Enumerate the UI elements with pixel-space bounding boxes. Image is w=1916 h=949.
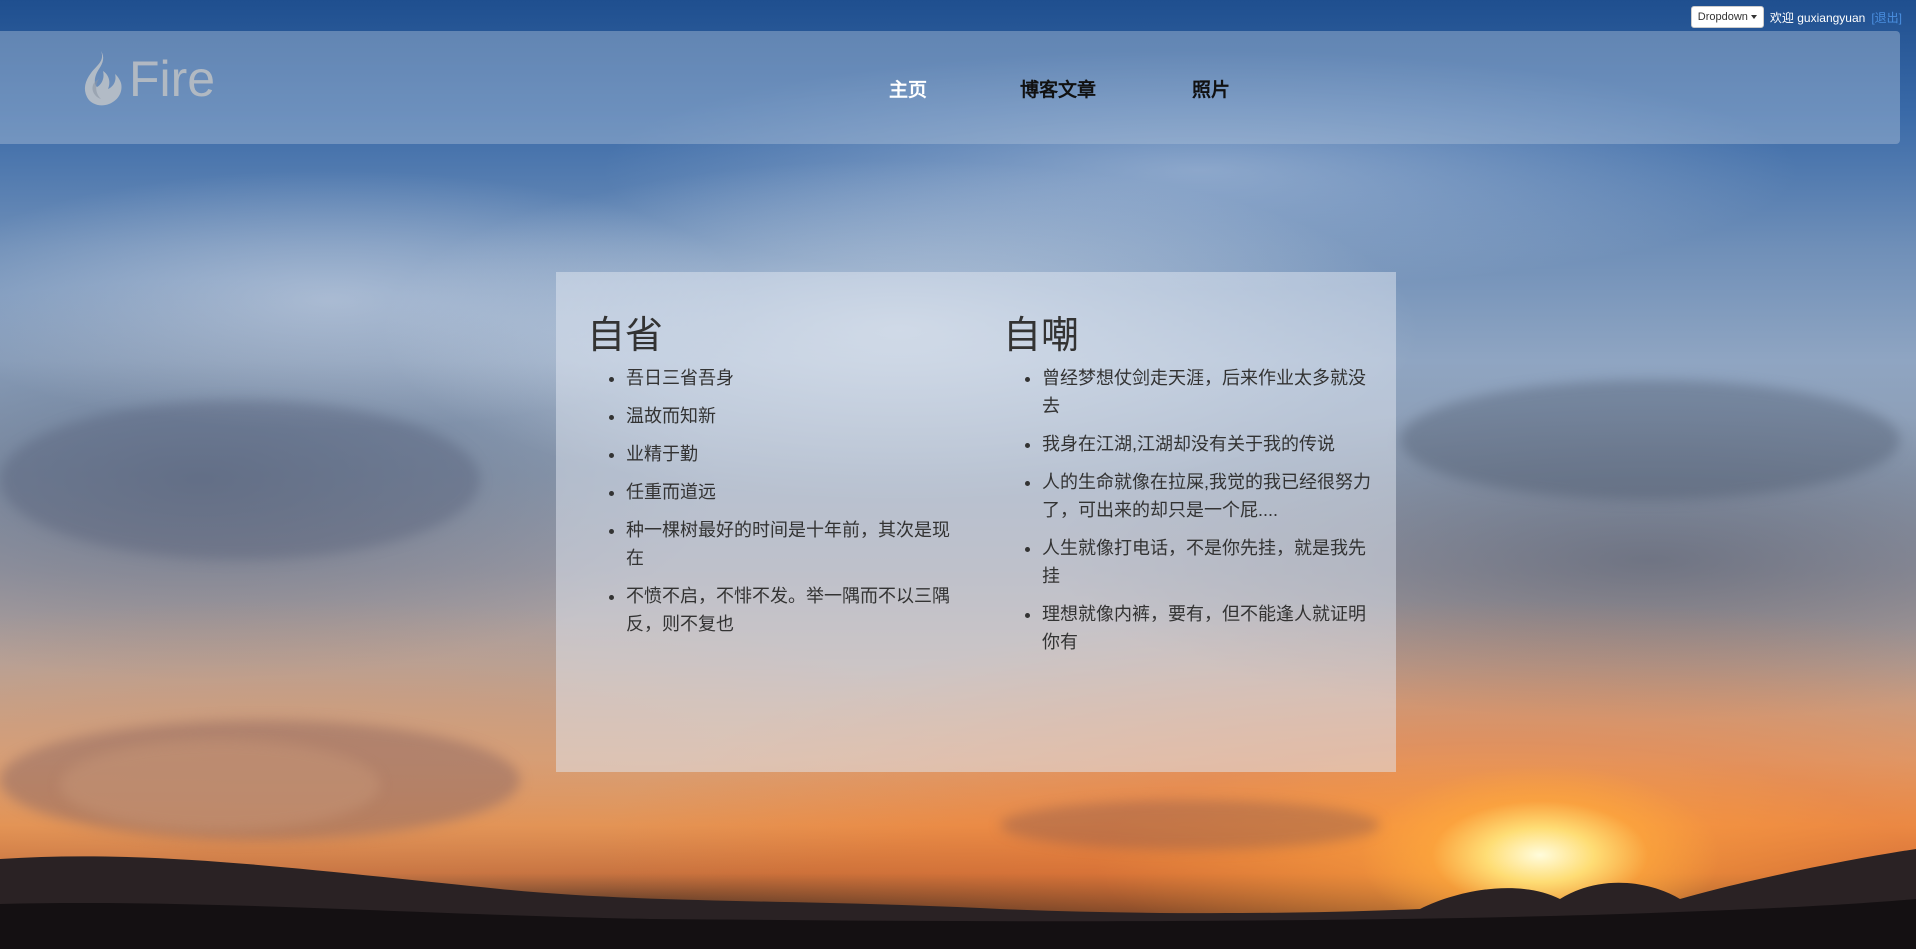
list-item: 人生就像打电话，不是你先挂，就是我先挂 xyxy=(1042,534,1378,590)
logo-text: Fire xyxy=(129,51,216,107)
list-item: 不愤不启，不悱不发。举一隅而不以三隅反，则不复也 xyxy=(626,582,957,638)
content-card: 自省 吾日三省吾身 温故而知新 业精于勤 任重而道远 种一棵树最好的时间是十年前… xyxy=(556,272,1396,772)
top-utility-bar: Dropdown 欢迎 guxiangyuan [退出] xyxy=(1690,6,1902,28)
list-item: 曾经梦想仗剑走天涯，后来作业太多就没去 xyxy=(1042,364,1378,420)
reflection-list: 吾日三省吾身 温故而知新 业精于勤 任重而道远 种一棵树最好的时间是十年前，其次… xyxy=(587,364,957,638)
nav-item-home[interactable]: 主页 xyxy=(889,75,1020,102)
list-item: 人的生命就像在拉屎,我觉的我已经很努力了，可出来的却只是一个屁.... xyxy=(1042,468,1378,524)
reflection-column: 自省 吾日三省吾身 温故而知新 业精于勤 任重而道远 种一棵树最好的时间是十年前… xyxy=(587,315,957,648)
cloud-shape xyxy=(1400,380,1900,500)
list-item: 温故而知新 xyxy=(626,402,957,430)
list-item: 任重而道远 xyxy=(626,478,957,506)
list-item: 业精于勤 xyxy=(626,440,957,468)
hills-silhouette xyxy=(0,849,1916,949)
list-item: 吾日三省吾身 xyxy=(626,364,957,392)
site-header: Fire 主页 博客文章 照片 xyxy=(0,31,1900,144)
main-nav: 主页 博客文章 照片 xyxy=(889,75,1230,102)
nav-item-blog[interactable]: 博客文章 xyxy=(1020,75,1192,102)
cloud-shape xyxy=(0,400,480,560)
list-item: 种一棵树最好的时间是十年前，其次是现在 xyxy=(626,516,957,572)
nav-item-photos[interactable]: 照片 xyxy=(1192,75,1230,102)
dropdown-button[interactable]: Dropdown xyxy=(1690,6,1764,28)
cloud-shape xyxy=(60,740,380,830)
list-item: 我身在江湖,江湖却没有关于我的传说 xyxy=(1042,430,1378,458)
logout-link[interactable]: [退出] xyxy=(1871,9,1902,26)
site-logo[interactable]: Fire xyxy=(75,49,215,109)
caret-down-icon xyxy=(1750,15,1757,19)
self-mockery-list: 曾经梦想仗剑走天涯，后来作业太多就没去 我身在江湖,江湖却没有关于我的传说 人的… xyxy=(1003,364,1378,656)
welcome-text: 欢迎 guxiangyuan xyxy=(1769,10,1866,25)
list-item: 理想就像内裤，要有，但不能逢人就证明你有 xyxy=(1042,600,1378,656)
self-mockery-heading: 自嘲 xyxy=(1003,315,1080,357)
dropdown-label: Dropdown xyxy=(1697,11,1748,23)
flame-icon xyxy=(84,51,122,106)
reflection-heading: 自省 xyxy=(587,315,664,357)
self-mockery-column: 自嘲 曾经梦想仗剑走天涯，后来作业太多就没去 我身在江湖,江湖却没有关于我的传说… xyxy=(1003,315,1378,666)
